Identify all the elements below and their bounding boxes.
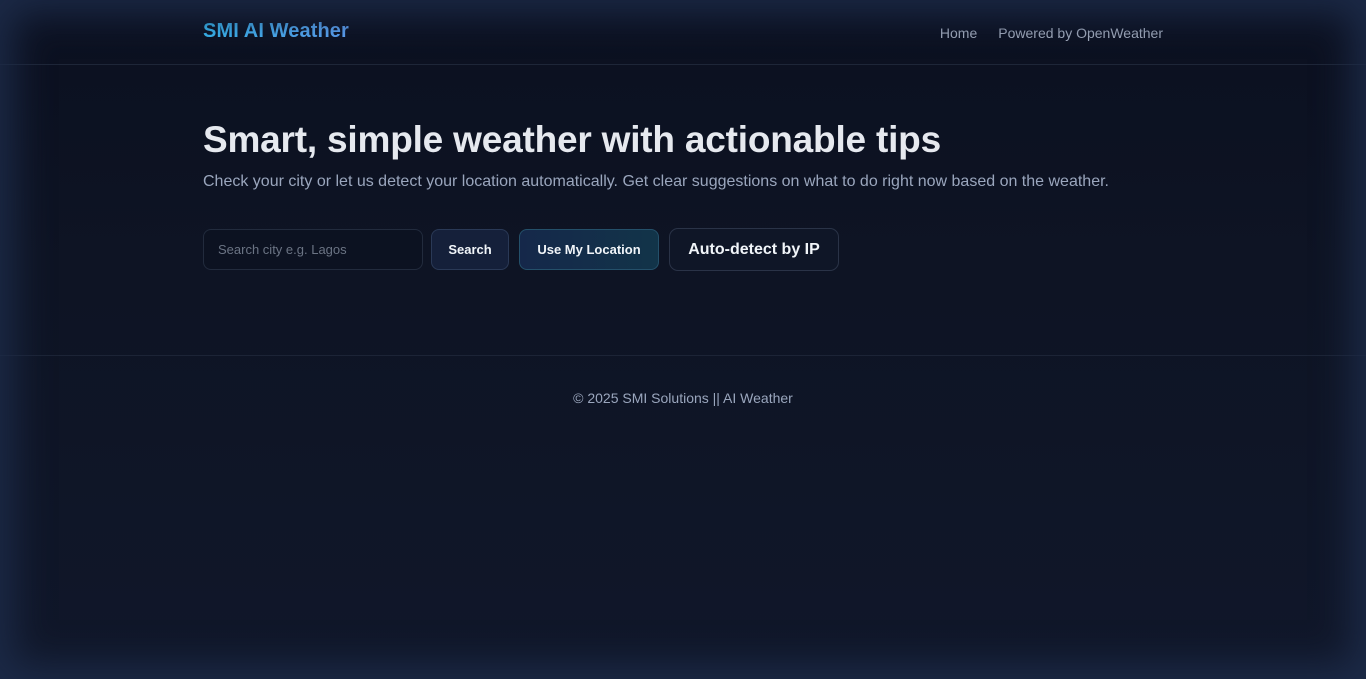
search-controls: Search Use My Location Auto-detect by IP	[203, 228, 839, 271]
footer-divider	[0, 355, 1366, 356]
search-button[interactable]: Search	[431, 229, 509, 270]
top-nav: Home Powered by OpenWeather	[940, 25, 1163, 41]
top-header: SMI AI Weather Home Powered by OpenWeath…	[0, 0, 1366, 65]
footer-copyright: © 2025 SMI Solutions || AI Weather	[573, 390, 793, 406]
page-footer: © 2025 SMI Solutions || AI Weather	[0, 390, 1366, 406]
hero-section: Smart, simple weather with actionable ti…	[203, 118, 1163, 192]
page-title: Smart, simple weather with actionable ti…	[203, 119, 941, 160]
nav-openweather-link[interactable]: Powered by OpenWeather	[998, 25, 1163, 41]
brand-logo[interactable]: SMI AI Weather	[203, 20, 349, 43]
city-search-input[interactable]	[203, 229, 423, 270]
nav-home-link[interactable]: Home	[940, 25, 977, 41]
page-subtitle: Check your city or let us detect your lo…	[203, 173, 1109, 190]
use-my-location-button[interactable]: Use My Location	[519, 229, 659, 270]
app-root: SMI AI Weather Home Powered by OpenWeath…	[0, 0, 1366, 679]
auto-detect-ip-button[interactable]: Auto-detect by IP	[669, 228, 839, 271]
